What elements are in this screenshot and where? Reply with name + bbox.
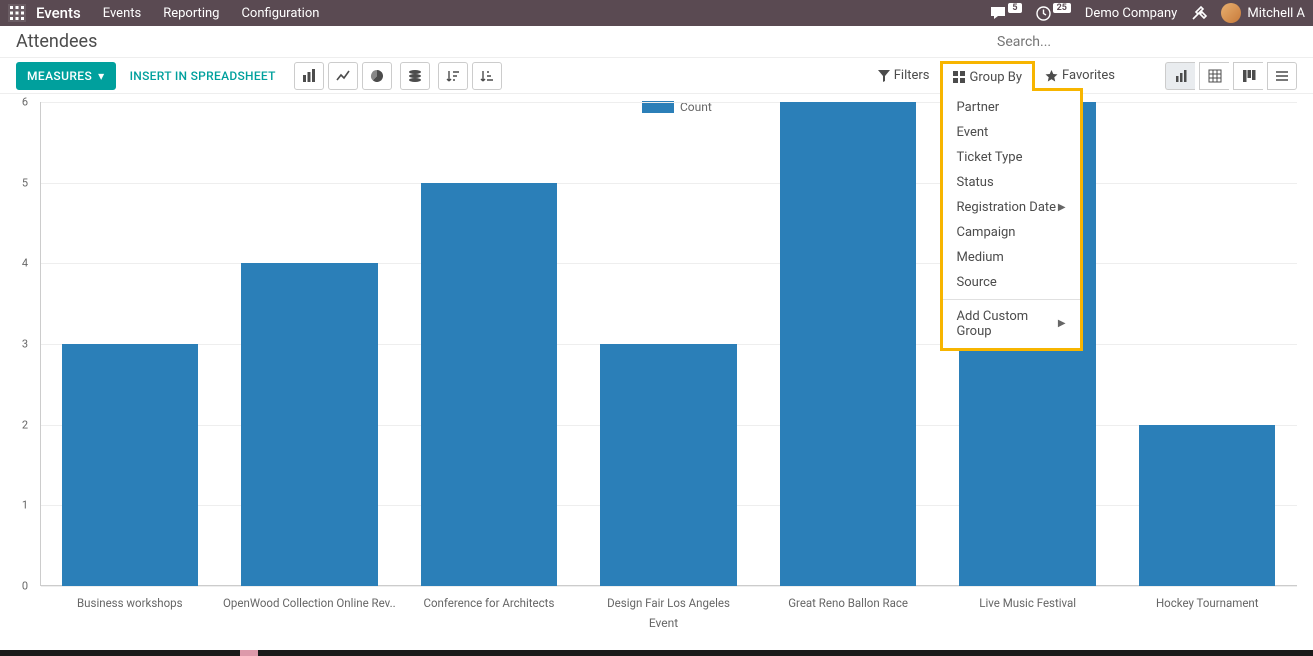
favorites-button[interactable]: Favorites <box>1035 62 1125 89</box>
stacked-icon[interactable] <box>400 62 430 90</box>
avatar <box>1221 3 1241 23</box>
bar-chart-icon[interactable] <box>294 62 324 90</box>
insert-spreadsheet-button[interactable]: INSERT IN SPREADSHEET <box>120 62 286 90</box>
groupby-item-registration-date[interactable]: Registration Date▶ <box>943 195 1080 220</box>
view-kanban-icon[interactable] <box>1233 62 1263 90</box>
breadcrumb-row: Attendees <box>0 26 1313 58</box>
groupby-item-event[interactable]: Event <box>943 120 1080 145</box>
messages-button[interactable]: 5 <box>990 6 1021 20</box>
nav-events[interactable]: Events <box>103 6 141 21</box>
x-tick-label: Conference for Architects <box>399 596 579 610</box>
company-switcher[interactable]: Demo Company <box>1085 6 1177 21</box>
search-input[interactable] <box>997 34 1297 50</box>
groupby-add-custom[interactable]: Add Custom Group▶ <box>943 304 1080 344</box>
x-tick-label: Great Reno Ballon Race <box>758 596 938 610</box>
bar[interactable] <box>600 344 736 586</box>
activities-button[interactable]: 25 <box>1036 6 1071 21</box>
debug-icon[interactable] <box>1191 5 1207 21</box>
x-tick-label: Hockey Tournament <box>1117 596 1297 610</box>
taskbar-strip <box>0 650 1313 656</box>
messages-badge: 5 <box>1008 3 1021 13</box>
y-tick: 0 <box>22 580 28 593</box>
group-by-dropdown: PartnerEventTicket TypeStatusRegistratio… <box>940 88 1083 351</box>
bar[interactable] <box>241 263 377 586</box>
groupby-item-ticket-type[interactable]: Ticket Type <box>943 145 1080 170</box>
y-tick: 4 <box>22 257 28 270</box>
apps-icon[interactable] <box>8 4 26 22</box>
line-chart-icon[interactable] <box>328 62 358 90</box>
groupby-item-campaign[interactable]: Campaign <box>943 220 1080 245</box>
top-navbar: Events Events Reporting Configuration 5 … <box>0 0 1313 26</box>
y-tick: 1 <box>22 499 28 512</box>
sort-desc-icon[interactable] <box>438 62 468 90</box>
nav-configuration[interactable]: Configuration <box>241 6 319 21</box>
view-list-icon[interactable] <box>1267 62 1297 90</box>
measures-button[interactable]: MEASURES▾ <box>16 62 116 90</box>
groupby-item-partner[interactable]: Partner <box>943 95 1080 120</box>
activities-badge: 25 <box>1053 3 1071 13</box>
x-axis-title: Event <box>30 616 1297 630</box>
bar[interactable] <box>421 183 557 586</box>
groupby-item-medium[interactable]: Medium <box>943 245 1080 270</box>
group-by-button[interactable]: Group By <box>940 61 1036 91</box>
view-pivot-icon[interactable] <box>1199 62 1229 90</box>
x-tick-label: Business workshops <box>40 596 220 610</box>
chevron-right-icon: ▶ <box>1058 202 1066 213</box>
groupby-item-source[interactable]: Source <box>943 270 1080 295</box>
x-tick-label: Live Music Festival <box>938 596 1118 610</box>
app-brand[interactable]: Events <box>36 4 81 22</box>
pie-chart-icon[interactable] <box>362 62 392 90</box>
page-title: Attendees <box>16 31 97 52</box>
y-tick: 3 <box>22 338 28 351</box>
sort-asc-icon[interactable] <box>472 62 502 90</box>
y-tick: 6 <box>22 96 28 109</box>
groupby-item-status[interactable]: Status <box>943 170 1080 195</box>
bar[interactable] <box>780 102 916 586</box>
filters-button[interactable]: Filters <box>868 62 940 89</box>
bar[interactable] <box>1139 425 1275 586</box>
chevron-right-icon: ▶ <box>1058 318 1066 329</box>
x-tick-label: OpenWood Collection Online Rev.. <box>220 596 400 610</box>
x-tick-label: Design Fair Los Angeles <box>579 596 759 610</box>
view-graph-icon[interactable] <box>1165 62 1195 90</box>
bar[interactable] <box>62 344 198 586</box>
chart-area: Count 0123456 Business workshopsOpenWood… <box>0 94 1313 622</box>
nav-reporting[interactable]: Reporting <box>163 6 219 21</box>
y-tick: 2 <box>22 418 28 431</box>
toolbar: MEASURES▾ INSERT IN SPREADSHEET Filters … <box>0 58 1313 94</box>
caret-down-icon: ▾ <box>98 69 104 83</box>
user-menu[interactable]: Mitchell A <box>1221 3 1305 23</box>
y-tick: 5 <box>22 176 28 189</box>
